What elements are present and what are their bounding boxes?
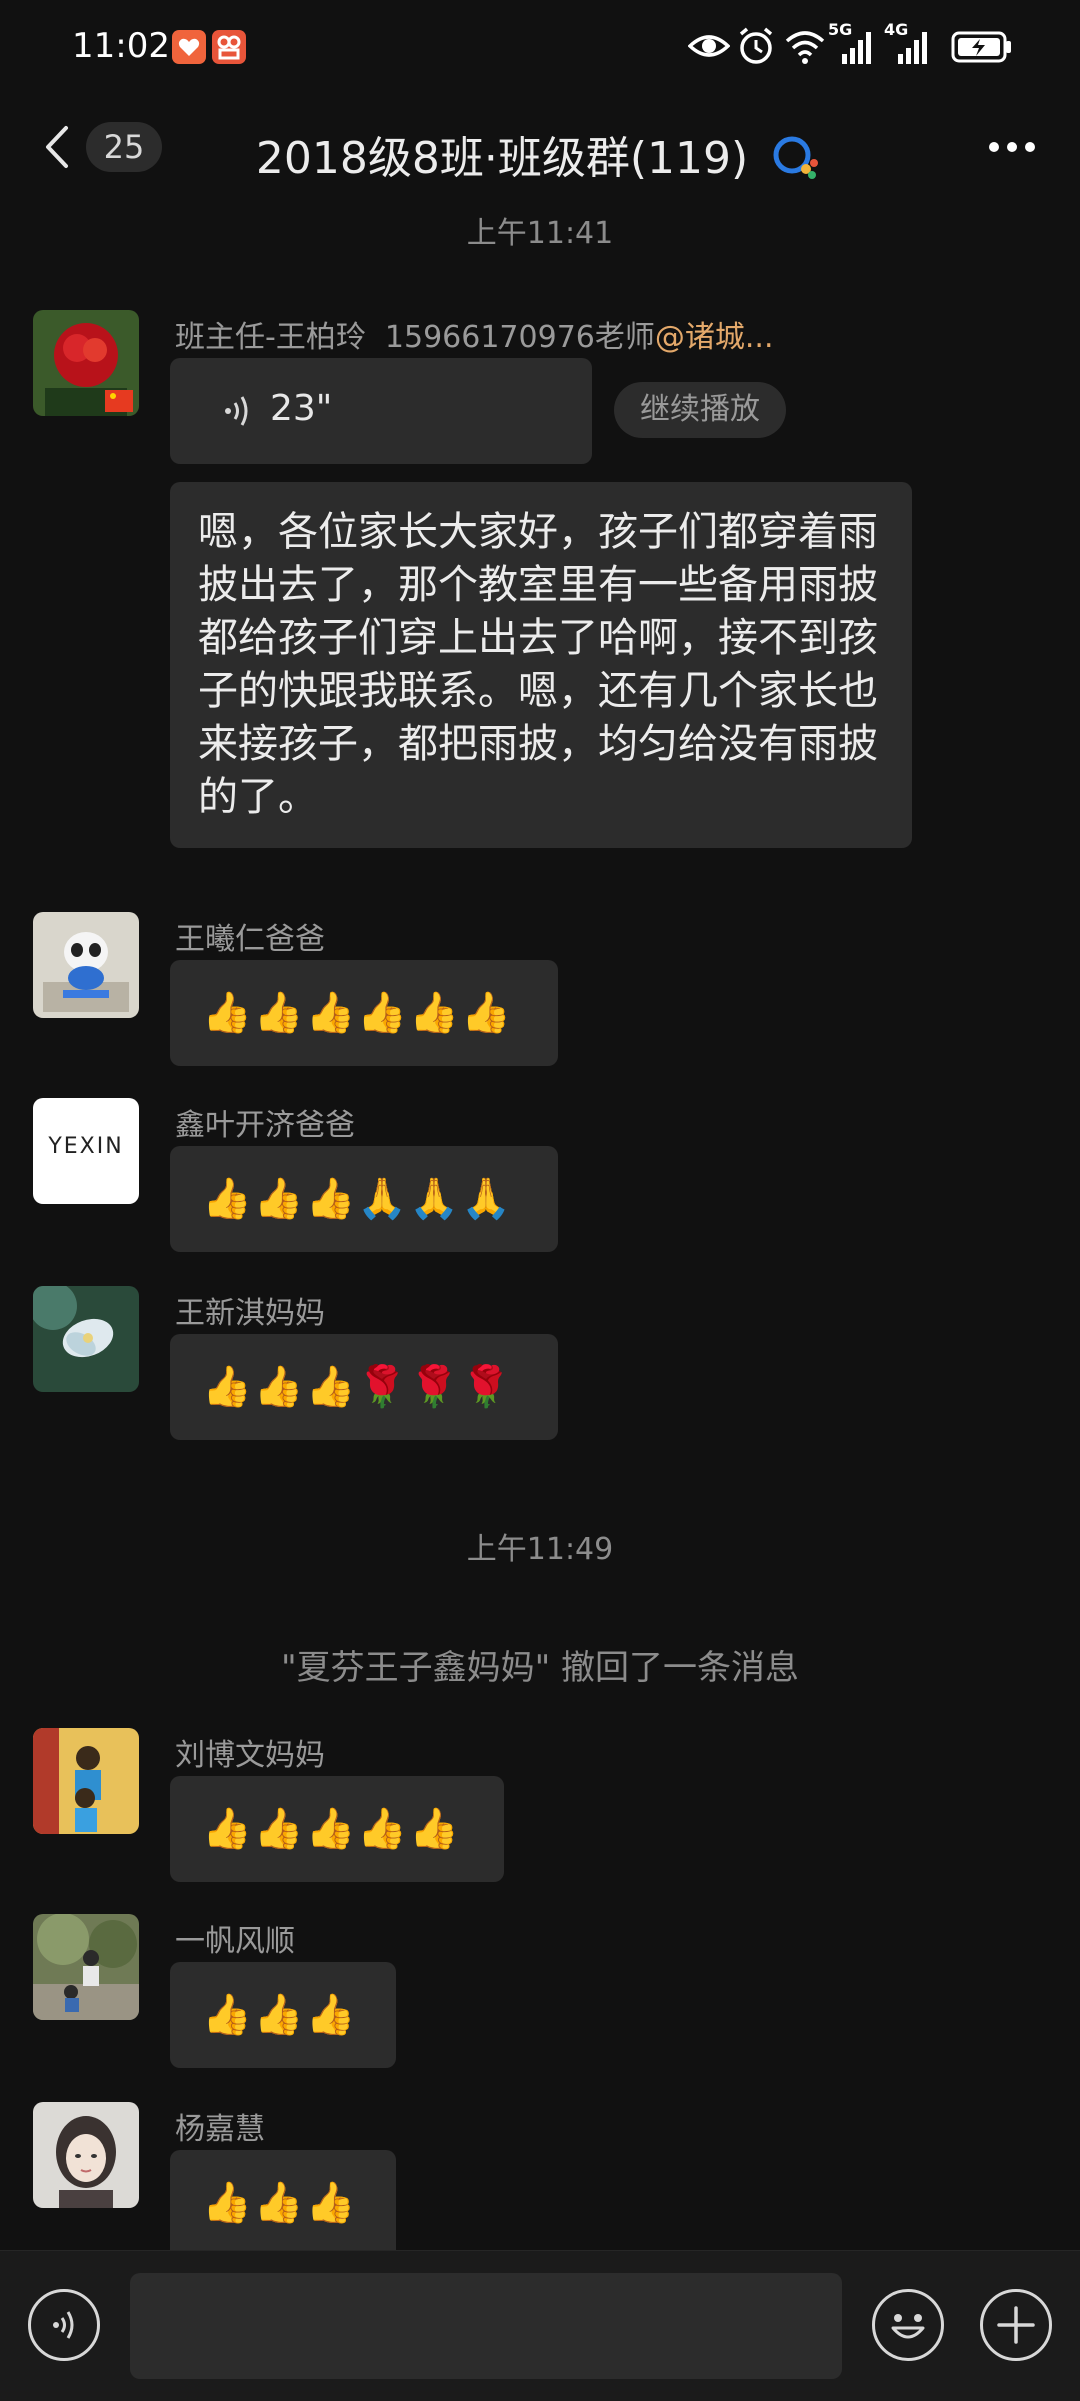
emoji-content: 👍👍👍👍👍👍 xyxy=(202,990,513,1036)
signal-5g-icon: 5G xyxy=(828,20,876,66)
avatar-parent[interactable] xyxy=(33,1286,139,1392)
status-bar: 11:02 5G 4G xyxy=(0,0,1080,100)
avatar-logo-text: YEXIN xyxy=(48,1134,124,1159)
avatar-parent[interactable] xyxy=(33,912,139,1018)
voice-wave-icon xyxy=(225,396,248,426)
resume-playback-button[interactable]: 继续播放 xyxy=(614,382,786,438)
smiley-icon xyxy=(891,2314,925,2339)
voice-message-bubble[interactable]: 23" xyxy=(170,358,592,464)
network-label-4g: 4G xyxy=(884,20,909,39)
sender-name: 一帆风顺 xyxy=(175,1924,295,1959)
message-text: 嗯，各位家长大家好，孩子们都穿着雨披出去了，那个教室里有一些备用雨披都给孩子们穿… xyxy=(198,509,878,820)
more-dots-icon xyxy=(989,142,1035,152)
sender-name: 杨嘉慧 xyxy=(175,2112,265,2147)
emoji-message-bubble[interactable]: 👍👍👍👍👍 xyxy=(170,1776,504,1882)
avatar-parent[interactable] xyxy=(33,2102,139,2208)
chat-header: 25 2018级8班·班级群(119) xyxy=(0,100,1080,195)
more-actions-button[interactable] xyxy=(980,2289,1052,2361)
app-notification-icon xyxy=(212,30,246,64)
status-time: 11:02 xyxy=(72,26,170,66)
emoji-content: 👍👍👍 xyxy=(202,2180,358,2226)
sender-name: 刘博文妈妈 xyxy=(175,1738,325,1773)
eye-icon xyxy=(687,26,731,66)
sender-mention: @诸城... xyxy=(654,320,774,355)
emoji-content: 👍👍👍🌹🌹🌹 xyxy=(202,1364,513,1410)
sender-name: 班主任-王柏玲 15966170976老师@诸城... xyxy=(175,312,773,356)
alarm-icon xyxy=(737,26,775,66)
emoji-content: 👍👍👍 xyxy=(202,1992,358,2038)
emoji-message-bubble[interactable]: 👍👍👍🙏🙏🙏 xyxy=(170,1146,558,1252)
sender-name: 王新淇妈妈 xyxy=(175,1296,325,1331)
text-message-bubble[interactable]: 嗯，各位家长大家好，孩子们都穿着雨披出去了，那个教室里有一些备用雨披都给孩子们穿… xyxy=(170,482,912,848)
sender-name: 王曦仁爸爸 xyxy=(175,922,325,957)
chat-title: 2018级8班·班级群(119) xyxy=(255,133,749,184)
emoji-message-bubble[interactable]: 👍👍👍🌹🌹🌹 xyxy=(170,1334,558,1440)
sender-extra: 15966170976老师 xyxy=(384,320,655,355)
voice-input-button[interactable] xyxy=(28,2289,100,2361)
plus-icon xyxy=(997,2306,1035,2344)
message-timestamp: 上午11:41 xyxy=(466,216,614,251)
voice-mode-icon xyxy=(53,2311,74,2339)
emoji-message-bubble[interactable]: 👍👍👍👍👍👍 xyxy=(170,960,558,1066)
more-options-button[interactable] xyxy=(984,122,1040,172)
group-assistant-icon xyxy=(773,136,819,179)
app-notification-icon xyxy=(172,30,206,64)
emoji-button[interactable] xyxy=(872,2289,944,2361)
emoji-content: 👍👍👍👍👍 xyxy=(202,1806,462,1852)
emoji-message-bubble[interactable]: 👍👍👍 xyxy=(170,2150,396,2250)
avatar-parent[interactable] xyxy=(33,1728,139,1834)
avatar-parent[interactable] xyxy=(33,1914,139,2020)
input-bar xyxy=(0,2250,1080,2401)
emoji-content: 👍👍👍🙏🙏🙏 xyxy=(202,1176,513,1222)
chat-title-wrap[interactable]: 2018级8班·班级群(119) xyxy=(0,122,1080,186)
battery-charging-icon xyxy=(950,26,1014,66)
voice-duration: 23" xyxy=(270,388,333,429)
wifi-icon xyxy=(784,26,826,66)
sender-name-text: 班主任-王柏玲 xyxy=(175,320,366,355)
message-timestamp: 上午11:49 xyxy=(466,1532,614,1567)
network-label-5g: 5G xyxy=(828,20,853,39)
recall-notice: "夏芬王子鑫妈妈" 撤回了一条消息 xyxy=(280,1648,800,1688)
message-input[interactable] xyxy=(130,2273,842,2379)
signal-4g-icon: 4G xyxy=(884,20,932,66)
sender-name: 鑫叶开济爸爸 xyxy=(175,1108,355,1143)
avatar-parent[interactable]: YEXIN xyxy=(33,1098,139,1204)
emoji-message-bubble[interactable]: 👍👍👍 xyxy=(170,1962,396,2068)
avatar-teacher[interactable] xyxy=(33,310,139,416)
